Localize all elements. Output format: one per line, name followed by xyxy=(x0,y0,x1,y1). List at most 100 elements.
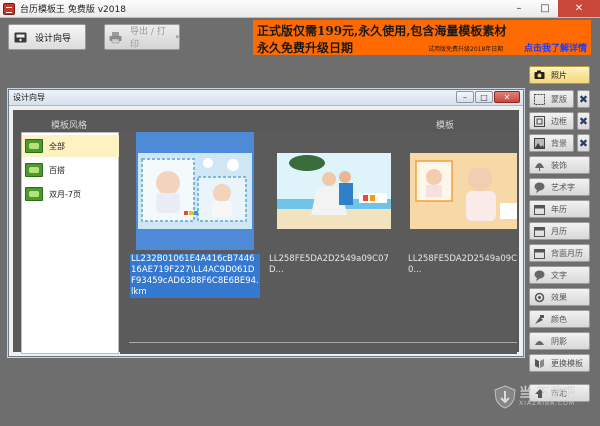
tool-background-button[interactable]: 背景 xyxy=(529,134,574,152)
window-controls: – □ ✕ xyxy=(506,0,600,18)
style-item-bimonthly[interactable]: 双月-7页 xyxy=(22,183,119,205)
mask-delete-button[interactable]: ✖ xyxy=(577,90,590,108)
maximize-button[interactable]: □ xyxy=(532,0,558,17)
template-thumbnail xyxy=(410,153,517,229)
tool-photo-button[interactable]: 照片 xyxy=(529,66,590,84)
dialog-controls: – □ ✕ xyxy=(456,91,520,103)
leaf-folder-icon xyxy=(25,163,43,177)
tool-art-text-button[interactable]: 艺术字 xyxy=(529,178,590,196)
title-bar: 台历模板王 免费版 v2018 – □ ✕ xyxy=(0,0,600,18)
frame-icon xyxy=(533,115,545,127)
shadow-icon xyxy=(533,335,545,347)
tool-shadow-button[interactable]: 阴影 xyxy=(529,332,590,350)
leaf-folder-icon xyxy=(25,139,43,153)
dialog-title: 设计向导 xyxy=(13,93,45,102)
leaf-folder-icon xyxy=(25,187,43,201)
design-wizard-label: 设计向导 xyxy=(35,33,72,44)
back-calendar-icon xyxy=(533,247,545,259)
dialog-body: 模板风格 模板 全部 百搭 双月-7页 LL232B01061E4A416cB7… xyxy=(13,110,519,354)
tool-decor-button[interactable]: 装饰 xyxy=(529,156,590,174)
style-list: 全部 百搭 双月-7页 xyxy=(21,132,119,354)
tool-month-calendar-button[interactable]: 月历 xyxy=(529,222,590,240)
template-thumbnail xyxy=(138,153,252,229)
tool-effect-button[interactable]: 效果 xyxy=(529,288,590,306)
close-button[interactable]: ✕ xyxy=(558,0,600,17)
style-column-header: 模板风格 xyxy=(51,121,88,131)
style-item-label: 双月-7页 xyxy=(49,189,81,199)
design-wizard-dialog: 设计向导 – □ ✕ 模板风格 模板 全部 百搭 双月-7页 LL232B010… xyxy=(8,89,524,357)
promo-banner: 正式版仅需199元,永久使用,包含海量模板素材 永久免费升级日期 试用版免费升级… xyxy=(253,20,591,55)
dialog-maximize-button[interactable]: □ xyxy=(475,91,493,103)
template-thumbnail-frame xyxy=(410,132,517,250)
color-icon xyxy=(533,313,545,325)
style-item-versatile[interactable]: 百搭 xyxy=(22,159,119,181)
text-icon xyxy=(533,269,545,281)
template-card[interactable]: LL258FE5DA2D2549a09C07D... xyxy=(269,132,401,276)
camera-icon xyxy=(533,69,545,81)
watermark: 当 下载吧 XIAZAIBA.COM xyxy=(494,385,576,409)
template-thumbnail-frame xyxy=(275,132,393,250)
tool-back-calendar-button[interactable]: 背面月历 xyxy=(529,244,590,262)
app-icon xyxy=(3,2,15,15)
tool-change-template-button[interactable]: 更换模板 xyxy=(529,354,590,372)
printer-icon xyxy=(109,30,122,44)
decor-icon xyxy=(533,159,545,171)
tool-label: 蒙版 xyxy=(551,94,567,104)
template-label: LL258FE5DA2D2549a09C07D... xyxy=(269,254,389,275)
mask-icon xyxy=(533,93,545,105)
tool-label: 年历 xyxy=(551,204,567,214)
tool-label: 背面月历 xyxy=(551,248,583,258)
tool-label: 边框 xyxy=(551,116,567,126)
template-column-header: 模板 xyxy=(436,121,455,131)
export-print-label: 导出 / 打印 xyxy=(130,27,166,50)
template-icon xyxy=(533,357,545,369)
shield-logo-icon xyxy=(494,385,516,409)
export-print-button[interactable]: 导出 / 打印 ▾ xyxy=(104,24,180,50)
template-label: LL258FE5DA2D2549a09C0... xyxy=(408,254,517,275)
tool-year-calendar-button[interactable]: 年历 xyxy=(529,200,590,218)
wizard-icon xyxy=(13,30,27,44)
tool-label: 月历 xyxy=(551,226,567,236)
template-thumbnail-frame xyxy=(136,132,254,250)
style-item-label: 百搭 xyxy=(49,165,65,175)
tool-frame-button[interactable]: 边框 xyxy=(529,112,574,130)
tool-label: 照片 xyxy=(551,70,567,80)
tool-label: 背景 xyxy=(551,138,567,148)
watermark-subtext: XIAZAIBA.COM xyxy=(519,400,576,407)
minimize-button[interactable]: – xyxy=(506,0,532,17)
month-calendar-icon xyxy=(533,225,545,237)
style-item-all[interactable]: 全部 xyxy=(22,135,119,157)
background-delete-button[interactable]: ✖ xyxy=(577,134,590,152)
template-label: LL232B01061E4A416cB744616AE719F227\LL4AC… xyxy=(130,254,260,298)
template-card[interactable]: LL232B01061E4A416cB744616AE719F227\LL4AC… xyxy=(130,132,260,298)
banner-details-link[interactable]: 点击我了解详情 xyxy=(524,41,587,54)
tool-label: 效果 xyxy=(551,292,567,302)
dialog-minimize-button[interactable]: – xyxy=(456,91,474,103)
design-wizard-button[interactable]: 设计向导 xyxy=(8,24,86,50)
template-card[interactable]: LL258FE5DA2D2549a09C0... xyxy=(408,132,517,276)
tool-label: 装饰 xyxy=(551,160,567,170)
banner-note: 试用版免费升级2018年日期 xyxy=(428,46,504,53)
watermark-text: 当 下载吧 xyxy=(519,386,576,401)
banner-line-2: 永久免费升级日期 xyxy=(257,41,354,55)
effect-icon xyxy=(533,291,545,303)
template-gallery: LL232B01061E4A416cB744616AE719F227\LL4AC… xyxy=(120,132,517,354)
art-text-icon xyxy=(533,181,545,193)
horizontal-scrollbar[interactable] xyxy=(129,342,517,343)
tool-color-button[interactable]: 颜色 xyxy=(529,310,590,328)
tool-label: 阴影 xyxy=(551,336,567,346)
banner-line-1: 正式版仅需199元,永久使用,包含海量模板素材 xyxy=(257,24,507,38)
year-calendar-icon xyxy=(533,203,545,215)
dropdown-arrow-icon: ▾ xyxy=(175,33,179,41)
frame-delete-button[interactable]: ✖ xyxy=(577,112,590,130)
tool-label: 更换模板 xyxy=(551,358,583,368)
template-thumbnail xyxy=(277,153,391,229)
window-title: 台历模板王 免费版 v2018 xyxy=(20,5,126,15)
dialog-close-button[interactable]: ✕ xyxy=(494,91,520,103)
tool-label: 文字 xyxy=(551,270,567,280)
tool-label: 颜色 xyxy=(551,314,567,324)
tool-text-button[interactable]: 文字 xyxy=(529,266,590,284)
tool-label: 艺术字 xyxy=(551,182,575,192)
tool-mask-button[interactable]: 蒙版 xyxy=(529,90,574,108)
style-item-label: 全部 xyxy=(49,141,65,151)
